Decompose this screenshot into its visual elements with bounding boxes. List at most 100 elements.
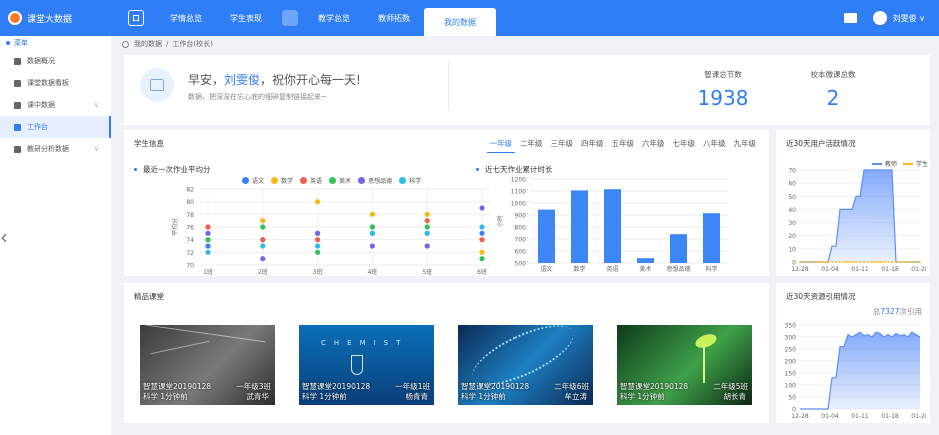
scatter-point[interactable] [205,224,211,230]
scatter-point[interactable] [315,237,321,243]
nav-item-my-data[interactable]: 我的数据 [424,8,496,36]
sidebar-item-class-board[interactable]: 课堂数据看板 [0,72,111,94]
tab-grade-2[interactable]: 二年级 [517,135,546,153]
course-card[interactable]: 智慧课堂20190128 科学 1分钟前 二年级5班 胡长青 [617,325,752,405]
scatter-point[interactable] [424,224,430,230]
user-activity-chart: 01020304050607012-2801-0401-1101-1801-28 [788,168,926,274]
scatter-point[interactable] [479,224,485,230]
scatter-point[interactable] [369,211,375,217]
legend-item[interactable]: 美术 [329,176,351,185]
course-card[interactable]: 智慧课堂20190128 科学 1分钟前 一年级3班 武青华 [140,325,275,405]
scatter-point[interactable] [479,256,485,262]
bar[interactable] [604,189,621,263]
sidebar-item-in-class-data[interactable]: 课中数据 ∨ [0,94,111,116]
scatter-point[interactable] [424,218,430,224]
course-teacher: 胡长青 [723,392,747,401]
legend-item[interactable]: 语文 [242,176,264,185]
avatar[interactable] [872,11,887,25]
scatter-point[interactable] [260,237,266,243]
y-tick-label: 20 [788,233,796,240]
nav-item-student-performance[interactable]: 学生表现 [216,0,276,36]
tab-grade-4[interactable]: 四年级 [578,135,607,153]
breadcrumb-root[interactable]: 我的数据 [134,39,162,49]
bar[interactable] [670,234,687,263]
bar[interactable] [571,190,588,263]
nav-item-teacher-stats[interactable]: 教师拓数 [364,0,424,36]
scatter-point[interactable] [205,237,211,243]
bar[interactable] [637,258,654,263]
series-point [847,261,849,263]
user-menu[interactable]: 刘雯俊 ∨ [893,13,925,24]
series-point [803,261,805,263]
y-tick-label: 72 [186,250,194,257]
tab-grade-6[interactable]: 六年级 [639,135,668,153]
course-card[interactable]: 智慧课堂20190128 科学 1分钟前 二年级6班 牟立涛 [458,325,593,405]
logo-icon [8,11,22,25]
scatter-point[interactable] [260,256,266,262]
monitor-icon[interactable] [843,13,857,23]
scatter-point[interactable] [260,224,266,230]
main-nav: 学情总览 学生表现 教学总览 教师拓数 我的数据 [156,0,496,36]
menu-toggle-icon[interactable] [128,10,144,26]
nav-item-overview[interactable]: 学情总览 [156,0,216,36]
scatter-point[interactable] [260,243,266,249]
sidebar-item-data-overview[interactable]: 数据概况 [0,50,111,72]
tab-grade-3[interactable]: 三年级 [548,135,577,153]
y-tick-label: 10 [788,246,796,253]
scatter-point[interactable] [205,230,211,236]
scatter-point[interactable] [479,237,485,243]
tab-grade-9[interactable]: 九年级 [731,135,760,153]
scatter-point[interactable] [424,211,430,217]
tab-grade-7[interactable]: 七年级 [670,135,699,153]
app-logo[interactable]: 课堂大数据 [0,11,128,25]
y-tick-label: 1200 [511,177,526,184]
greeting-subtitle: 数据，把深深在忘心底的细碎复制链接起来~ [188,93,327,101]
y-tick-label: 700 [515,237,527,244]
scatter-point[interactable] [479,205,485,211]
y-tick-label: 30 [788,220,796,227]
bar-chart: 500 600 700 800 900 1000 1100 1200 小时语文 数学 英语 美术 思想品… [496,177,728,273]
bar[interactable] [703,213,720,263]
scatter-point[interactable] [205,243,211,249]
scatter-point[interactable] [260,218,266,224]
legend-swatch [271,177,279,184]
scatter-point[interactable] [205,249,211,255]
report-icon [14,145,21,153]
scatter-point[interactable] [424,230,430,236]
legend-item[interactable]: 数学 [271,176,293,185]
series-point [895,261,897,263]
scatter-point[interactable] [369,224,375,230]
x-tick-label: 5班 [422,268,432,276]
collapse-sidebar-icon[interactable]: ‹ [0,225,8,249]
scatter-point[interactable] [479,249,485,255]
legend-item[interactable]: 英语 [300,176,322,185]
scatter-point[interactable] [424,243,430,249]
breadcrumb-current: 工作台(校长) [172,40,213,48]
y-tick-label: 70 [186,263,194,270]
scatter-point[interactable] [315,243,321,249]
x-tick-label: 3班 [313,268,323,276]
series-point [899,261,901,263]
legend-item[interactable]: 科学 [399,176,421,185]
series-point [875,261,877,263]
bar[interactable] [538,209,555,263]
sidebar-item-research-data[interactable]: 教研分析数据 ∨ [0,138,111,160]
scatter-point[interactable] [479,230,485,236]
course-card[interactable]: CHEMIST 智慧课堂20190128 科学 1分钟前 一年级1班 杨青青 [299,325,434,405]
tab-grade-1[interactable]: 一年级 [486,135,515,153]
scatter-point[interactable] [369,230,375,236]
scatter-point[interactable] [315,249,321,255]
legend-swatch [358,177,366,184]
tab-grade-8[interactable]: 八年级 [700,135,729,153]
sidebar-item-workbench[interactable]: 工作台 [0,116,111,138]
tab-grade-5[interactable]: 五年级 [609,135,638,153]
greeting: 早安，刘雯俊，祝你开心每一天! [188,73,361,87]
student-info-card: 学生信息 一年级 二年级 三年级 四年级 五年级 六年级 七年级 八年级 九年级 最近一次作业平… [124,130,769,276]
legend-item[interactable]: 思想品德 [358,176,392,185]
y-tick-label: 1100 [511,189,526,196]
x-tick-label: 1班 [203,268,213,276]
scatter-point[interactable] [369,243,375,249]
scatter-point[interactable] [315,199,321,205]
nav-item-teaching-overview[interactable]: 教学总览 [304,0,364,36]
scatter-point[interactable] [315,230,321,236]
